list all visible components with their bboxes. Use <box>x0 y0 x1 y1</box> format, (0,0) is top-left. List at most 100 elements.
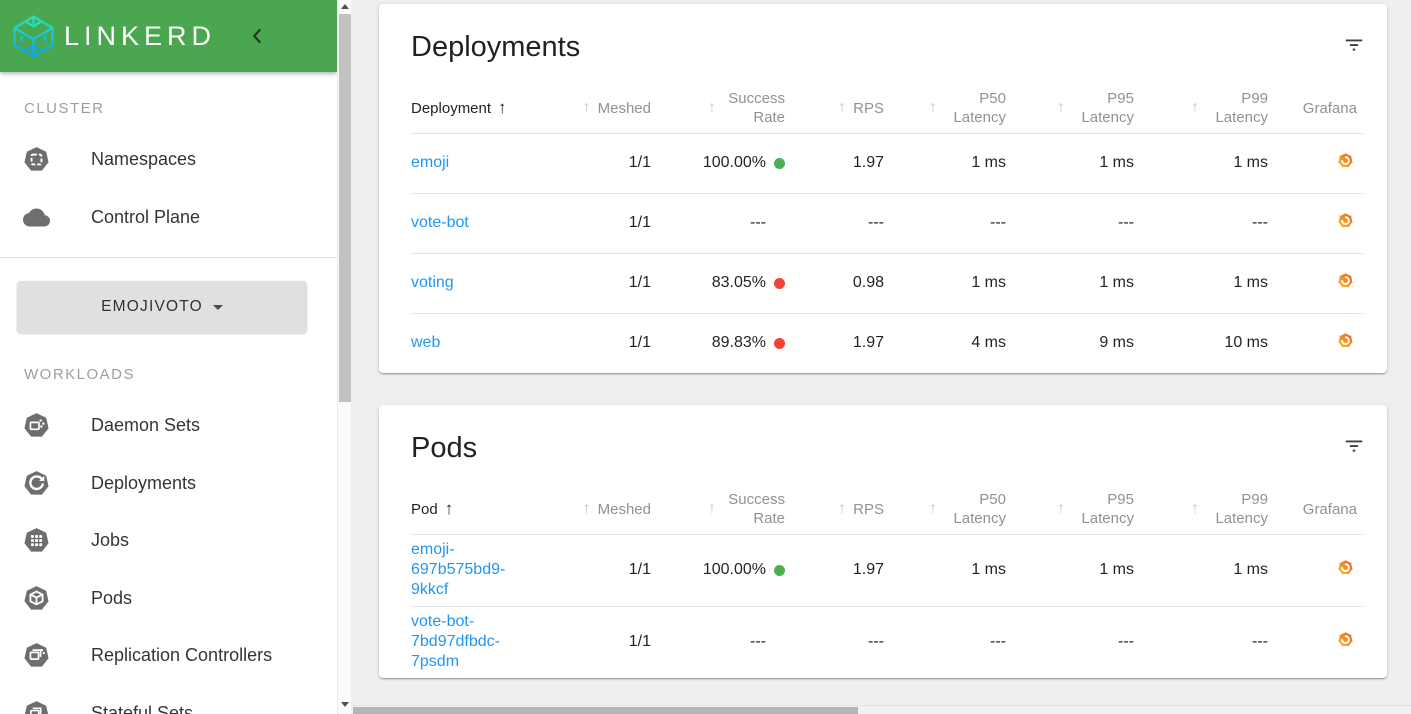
column-header-rps[interactable]: ↑ RPS <box>785 64 884 133</box>
sidebar-item-namespaces[interactable]: Namespaces <box>0 131 337 189</box>
namespace-selector-button[interactable]: EMOJIVOTO <box>17 281 307 333</box>
sort-arrow-icon: ↑ <box>838 500 847 518</box>
linkerd-logo-icon[interactable] <box>10 13 57 60</box>
pod-link[interactable]: emoji-697b575bd9-9kkcf <box>411 540 523 600</box>
sort-arrow-icon: ↑ <box>1191 500 1199 518</box>
success-rate-value: --- <box>750 214 766 231</box>
column-label: P95 Latency <box>1081 491 1134 528</box>
sidebar-item-deployments[interactable]: Deployments <box>0 455 337 513</box>
column-header-success[interactable]: ↑ Success Rate <box>651 465 785 534</box>
table-row: vote-bot 1/1 --- --- --- --- --- <box>411 192 1363 253</box>
replication-controller-icon <box>23 642 50 669</box>
cluster-section-label: CLUSTER <box>24 100 105 117</box>
sort-arrow-icon: ↑ <box>929 500 937 518</box>
namespaces-icon <box>23 146 50 173</box>
pod-icon <box>23 585 50 612</box>
p99-latency-value: --- <box>1134 605 1268 678</box>
p99-latency-value: 1 ms <box>1134 533 1268 606</box>
deployments-table: Deployment ↑ ↑ Meshed ↑ Success Rate ↑ RPS ↑… <box>411 64 1363 373</box>
filter-icon[interactable] <box>1343 435 1365 462</box>
p50-latency-value: 4 ms <box>884 312 1006 373</box>
sidebar-item-jobs[interactable]: Jobs <box>0 512 337 570</box>
deployments-card-title: Deployments <box>411 31 581 63</box>
sort-arrow-icon: ↑ <box>708 99 716 117</box>
sidebar-item-label: Daemon Sets <box>91 415 201 436</box>
chevron-down-icon <box>212 304 223 310</box>
deployment-link[interactable]: voting <box>411 274 454 291</box>
p95-latency-value: 1 ms <box>1006 132 1134 193</box>
success-rate-dot <box>774 564 785 576</box>
rps-value: --- <box>785 605 884 678</box>
column-header-p50[interactable]: ↑ P50 Latency <box>884 64 1006 133</box>
column-header-p95[interactable]: ↑ P95 Latency <box>1006 64 1134 133</box>
deployment-link[interactable]: web <box>411 334 440 351</box>
column-header-p95[interactable]: ↑ P95 Latency <box>1006 465 1134 534</box>
sidebar-divider <box>0 257 337 258</box>
column-label: Pod <box>411 500 438 518</box>
grafana-icon[interactable] <box>1336 211 1355 235</box>
grafana-icon[interactable] <box>1336 558 1355 582</box>
success-rate-value: 89.83% <box>711 334 766 352</box>
sidebar-item-label: Stateful Sets <box>91 702 194 714</box>
scroll-down-button[interactable] <box>341 702 349 707</box>
sidebar-item-label: Control Plane <box>91 206 201 227</box>
p50-latency-value: 1 ms <box>884 533 1006 606</box>
sidebar-item-daemon-sets[interactable]: Daemon Sets <box>0 397 337 455</box>
column-header-p99[interactable]: ↑ P99 Latency <box>1134 465 1268 534</box>
table-row: voting 1/1 83.05% 0.98 1 ms 1 ms 1 ms <box>411 252 1363 313</box>
p99-latency-value: --- <box>1134 192 1268 253</box>
sort-arrow-icon: ↑ <box>1057 99 1065 117</box>
sidebar-item-stateful-sets[interactable]: Stateful Sets <box>0 685 337 714</box>
grafana-icon[interactable] <box>1336 151 1355 175</box>
pod-link[interactable]: vote-bot-7bd97dfbdc-7psdm <box>411 612 523 672</box>
rps-value: 1.97 <box>785 132 884 193</box>
success-rate-dot <box>774 277 785 289</box>
sidebar-item-pods[interactable]: Pods <box>0 570 337 628</box>
meshed-value: 1/1 <box>571 533 651 606</box>
column-header-p99[interactable]: ↑ P99 Latency <box>1134 64 1268 133</box>
sidebar-item-replication-controllers[interactable]: Replication Controllers <box>0 627 337 685</box>
p99-latency-value: 1 ms <box>1134 252 1268 313</box>
column-header-meshed[interactable]: ↑ Meshed <box>571 64 651 133</box>
column-label: RPS <box>853 99 884 117</box>
p99-latency-value: 10 ms <box>1134 312 1268 373</box>
grafana-icon[interactable] <box>1336 630 1355 654</box>
column-header-rps[interactable]: ↑ RPS <box>785 465 884 534</box>
column-header-success[interactable]: ↑ Success Rate <box>651 64 785 133</box>
column-header-name[interactable]: Deployment ↑ <box>411 64 571 133</box>
sidebar-item-label: Namespaces <box>91 149 197 170</box>
filter-icon[interactable] <box>1343 34 1365 61</box>
app-header: LINKERD <box>0 0 337 72</box>
p99-latency-value: 1 ms <box>1134 132 1268 193</box>
horizontal-scrollbar-thumb[interactable] <box>353 707 858 714</box>
column-header-meshed[interactable]: ↑ Meshed <box>571 465 651 534</box>
cloud-icon <box>23 204 50 231</box>
deployment-link[interactable]: emoji <box>411 154 449 171</box>
column-header-grafana: Grafana <box>1268 465 1363 534</box>
scroll-up-button[interactable] <box>341 4 349 9</box>
sidebar-collapse-button[interactable] <box>246 25 268 47</box>
deployment-icon <box>23 470 50 497</box>
deployment-link[interactable]: vote-bot <box>411 214 469 231</box>
sidebar-item-control-plane[interactable]: Control Plane <box>0 189 337 247</box>
sort-arrow-icon: ↑ <box>1191 99 1199 117</box>
sort-arrow-icon: ↑ <box>444 499 454 519</box>
p50-latency-value: --- <box>884 605 1006 678</box>
table-row: web 1/1 89.83% 1.97 4 ms 9 ms 10 ms <box>411 312 1363 373</box>
grafana-icon[interactable] <box>1336 271 1355 295</box>
job-icon <box>23 527 50 554</box>
column-label: Grafana <box>1302 500 1357 518</box>
column-header-p50[interactable]: ↑ P50 Latency <box>884 465 1006 534</box>
column-label: Success Rate <box>728 491 785 528</box>
p50-latency-value: --- <box>884 192 1006 253</box>
sort-arrow-icon: ↑ <box>708 500 716 518</box>
main-content: Deployments Deployment ↑ ↑ Meshed ↑ Success… <box>351 0 1411 714</box>
column-header-name[interactable]: Pod ↑ <box>411 465 571 534</box>
sort-arrow-icon: ↑ <box>929 99 937 117</box>
grafana-icon[interactable] <box>1336 331 1355 355</box>
p95-latency-value: 1 ms <box>1006 252 1134 313</box>
sidebar-scrollbar-thumb[interactable] <box>339 14 351 402</box>
meshed-value: 1/1 <box>571 605 651 678</box>
pods-card: Pods Pod ↑ ↑ Meshed ↑ Success Rate ↑ RPS ↑ P5… <box>379 405 1387 678</box>
pods-table: Pod ↑ ↑ Meshed ↑ Success Rate ↑ RPS ↑ P50 Lat… <box>411 465 1363 678</box>
